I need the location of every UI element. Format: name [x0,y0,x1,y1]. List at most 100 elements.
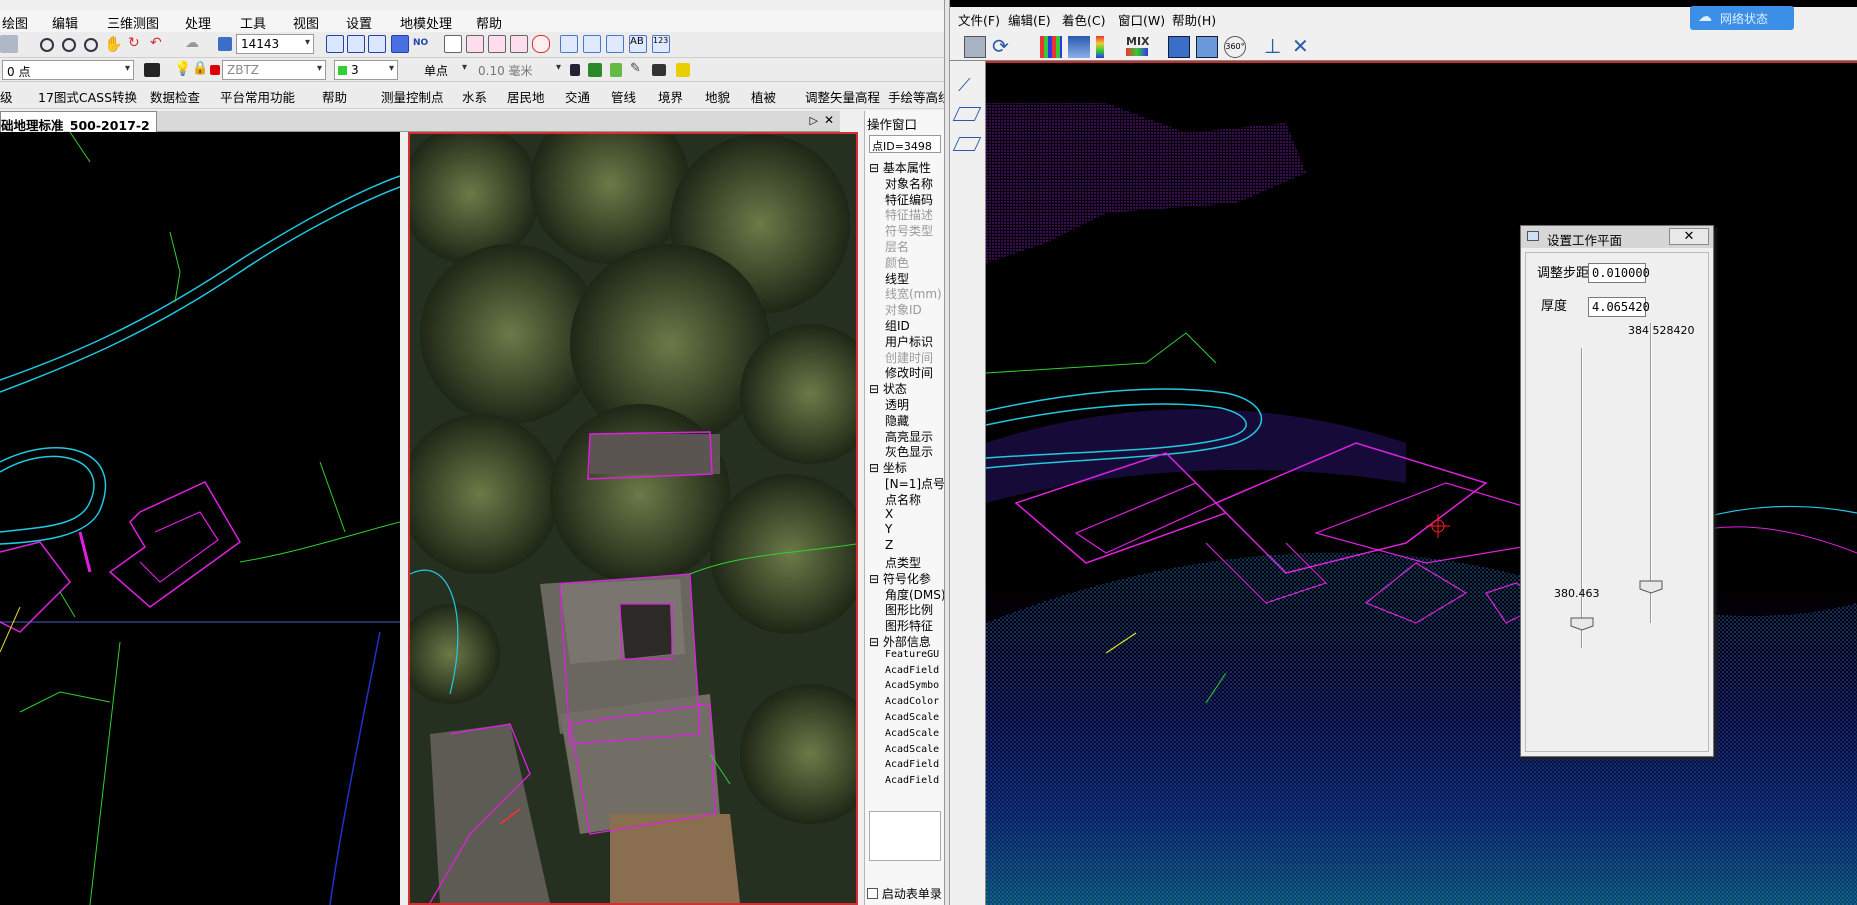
form-entry-checkbox-row[interactable]: 启动表单录 [867,885,942,902]
menu-draw[interactable]: 绘图 [2,13,28,32]
points-icon[interactable] [560,35,578,53]
plane-icon[interactable] [1068,36,1090,58]
cloud-icon[interactable]: ☁ [185,35,203,53]
menu-edit[interactable]: 编辑 [52,13,78,32]
draw-line-icon[interactable]: ⟋ [958,75,971,96]
tb3-help[interactable]: 帮助 [322,87,347,106]
text-ab-icon[interactable]: AB [629,35,647,53]
grid2-icon[interactable] [347,35,365,53]
tab-arrow-icon[interactable]: ▷ [810,114,818,127]
color-combo[interactable]: 3 [334,60,398,80]
brush-icon[interactable]: ✎ [630,61,648,79]
property-row[interactable]: ⊟ 外部信息 [865,633,945,649]
zoom-window-icon[interactable] [84,38,98,52]
rotate-icon[interactable]: ⟳ [992,36,1014,58]
tb3-vegetation[interactable]: 植被 [751,87,776,106]
plane-edit-icon[interactable] [952,137,982,151]
scale-combo[interactable]: 14143 [236,34,314,54]
no-icon[interactable]: NO [413,38,431,56]
property-row[interactable]: X [865,507,945,523]
property-row[interactable]: FeatureGU [865,649,945,665]
tb3-residence[interactable]: 居民地 [507,87,545,106]
right-slider-track[interactable] [1650,323,1652,623]
property-row[interactable]: 对象名称 [865,175,945,191]
property-row[interactable]: 特征描述 [865,206,945,222]
redraw-icon[interactable]: ↻ [128,35,146,53]
open-icon[interactable] [964,36,986,58]
property-row[interactable]: 符号类型 [865,222,945,238]
red-color-icon[interactable] [210,65,220,75]
property-row[interactable]: AcadScale [865,744,945,760]
tb3-pipeline[interactable]: 管线 [611,87,636,106]
tb3-cass-convert[interactable]: 17图式CASS转换 [38,87,137,106]
rmenu-file[interactable]: 文件(F) [958,10,1000,29]
plane-draw-icon[interactable] [952,107,982,121]
rmenu-color[interactable]: 着色(C) [1062,10,1105,29]
property-row[interactable]: AcadField [865,759,945,775]
pan-hand-icon[interactable]: ✋ [104,35,123,53]
copy-icon[interactable] [0,35,18,53]
layer-name-combo[interactable]: ZBTZ [222,60,326,80]
box-icon[interactable] [606,35,624,53]
color-grid-icon[interactable] [1040,36,1062,58]
linewidth-combo[interactable]: 0.10 毫米 [474,60,564,80]
property-row[interactable]: ⊟ 符号化参 [865,570,945,586]
right-slider-thumb[interactable] [1639,580,1663,594]
menu-terrain[interactable]: 地模处理 [400,13,452,32]
property-row[interactable]: 图形特征 [865,617,945,633]
refresh-icon[interactable] [588,63,602,77]
image4-icon[interactable] [510,35,528,53]
property-row[interactable]: 对象ID [865,301,945,317]
box-view-icon[interactable] [1168,36,1190,58]
property-row[interactable]: ⊟ 坐标 [865,459,945,475]
property-row[interactable]: 层名 [865,238,945,254]
360-icon[interactable]: 360° [1224,36,1246,58]
menu-view[interactable]: 视图 [293,13,319,32]
grid3-icon[interactable] [368,35,386,53]
dialog-close-button[interactable]: ✕ [1669,228,1709,245]
property-row[interactable]: AcadScale [865,712,945,728]
rmenu-help[interactable]: 帮助(H) [1172,10,1216,29]
cube-view-icon[interactable] [1196,36,1218,58]
image-icon[interactable] [444,35,462,53]
property-row[interactable]: 创建时间 [865,349,945,365]
property-row[interactable]: 线宽(mm) [865,285,945,301]
export-icon[interactable] [610,63,622,77]
tb3-traffic[interactable]: 交通 [565,87,590,106]
save-icon[interactable] [570,64,580,76]
lock-icon[interactable]: 🔒 [192,61,210,79]
left-slider-thumb[interactable] [1570,617,1594,631]
rmenu-window[interactable]: 窗口(W) [1118,10,1165,29]
tab-close-icon[interactable]: ✕ [824,113,834,127]
property-row[interactable]: AcadColor [865,696,945,712]
line-icon[interactable] [583,35,601,53]
property-row[interactable]: ⊟ 基本属性 [865,159,945,175]
menu-tools[interactable]: 工具 [240,13,266,32]
property-row[interactable]: 隐藏 [865,412,945,428]
menu-help[interactable]: 帮助 [476,13,502,32]
tb3-boundary[interactable]: 境界 [658,87,683,106]
network-status-badge[interactable]: ☁ 网络状态 [1690,6,1794,30]
document-tab[interactable]: 础地理标准_500-2017-2 [0,111,157,133]
cross-measure-icon[interactable]: ✕ [1292,36,1314,58]
thickness-input[interactable]: 4.065420 [1588,297,1650,317]
loop-icon[interactable] [532,35,550,53]
menu-3d-mapping[interactable]: 三维测图 [107,13,159,32]
tb3-common-funcs[interactable]: 平台常用功能 [220,87,295,106]
image3-icon[interactable] [488,35,506,53]
property-row[interactable]: AcadField [865,665,945,681]
point-cloud-view[interactable] [986,61,1857,905]
grid-icon[interactable] [326,35,344,53]
zoom-out-icon[interactable] [40,38,54,52]
tb3-hydrology[interactable]: 水系 [462,87,487,106]
property-row[interactable]: 灰色显示 [865,443,945,459]
tb3-adjust-height[interactable]: 调整矢量高程 [805,87,880,106]
rmenu-edit[interactable]: 编辑(E) [1008,10,1051,29]
property-row[interactable]: 修改时间 [865,364,945,380]
vector-map-view[interactable] [0,132,400,905]
property-row[interactable]: 组ID [865,317,945,333]
layer-combo[interactable]: 0 点 [2,60,134,80]
tb3-hand-contour[interactable]: 手绘等高线 [888,87,951,106]
elevation-ramp-icon[interactable] [1096,36,1104,58]
undo-icon[interactable]: ↶ [150,35,168,53]
